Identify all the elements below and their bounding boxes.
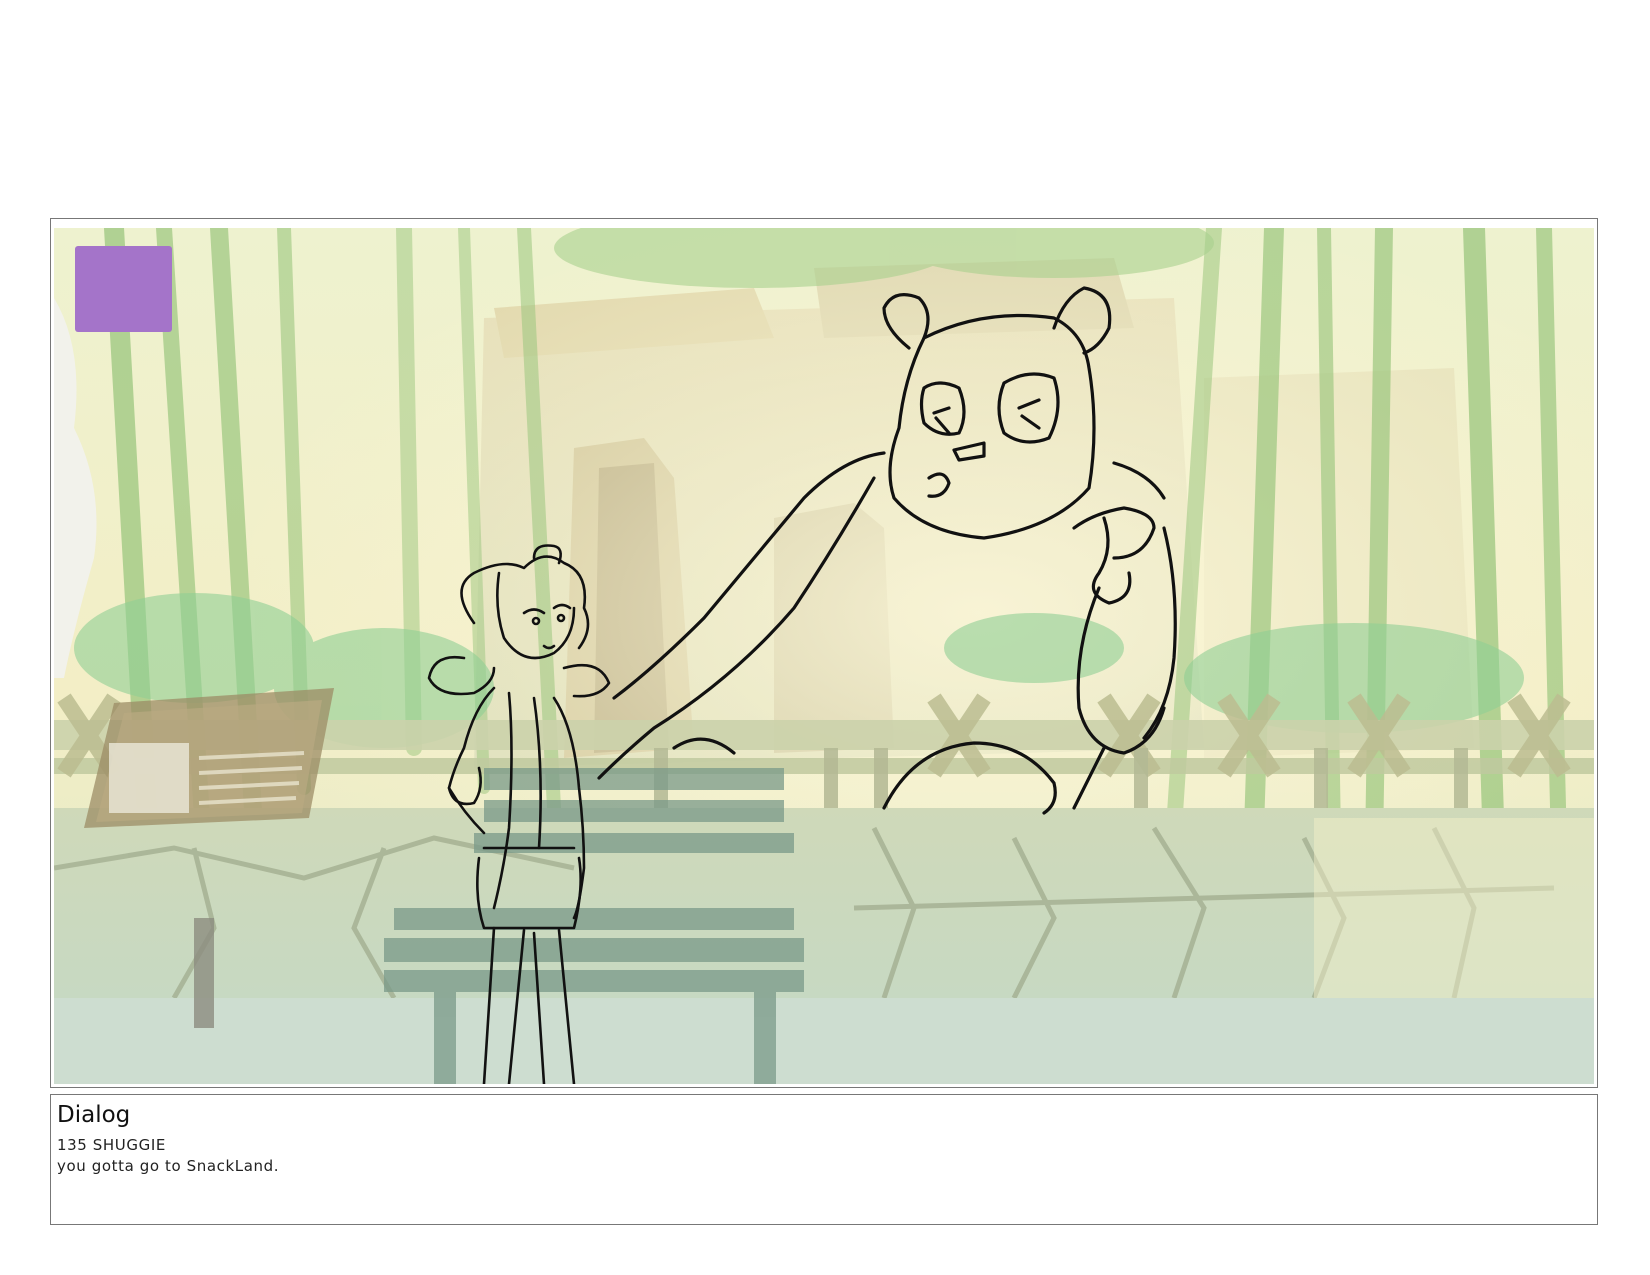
dialog-heading: Dialog: [57, 1102, 131, 1128]
stone-wall: [54, 808, 1594, 1084]
storyboard-panel-frame: [50, 218, 1598, 1088]
storyboard-panel-image: [54, 228, 1594, 1084]
dialog-text-line: you gotta go to SnackLand.: [57, 1157, 280, 1175]
panel-scene: [54, 228, 1594, 1084]
dialog-speaker-line: 135 SHUGGIE: [57, 1136, 166, 1154]
panel-marker-swatch: [75, 246, 172, 332]
dialog-box: Dialog 135 SHUGGIE you gotta go to Snack…: [50, 1094, 1598, 1225]
